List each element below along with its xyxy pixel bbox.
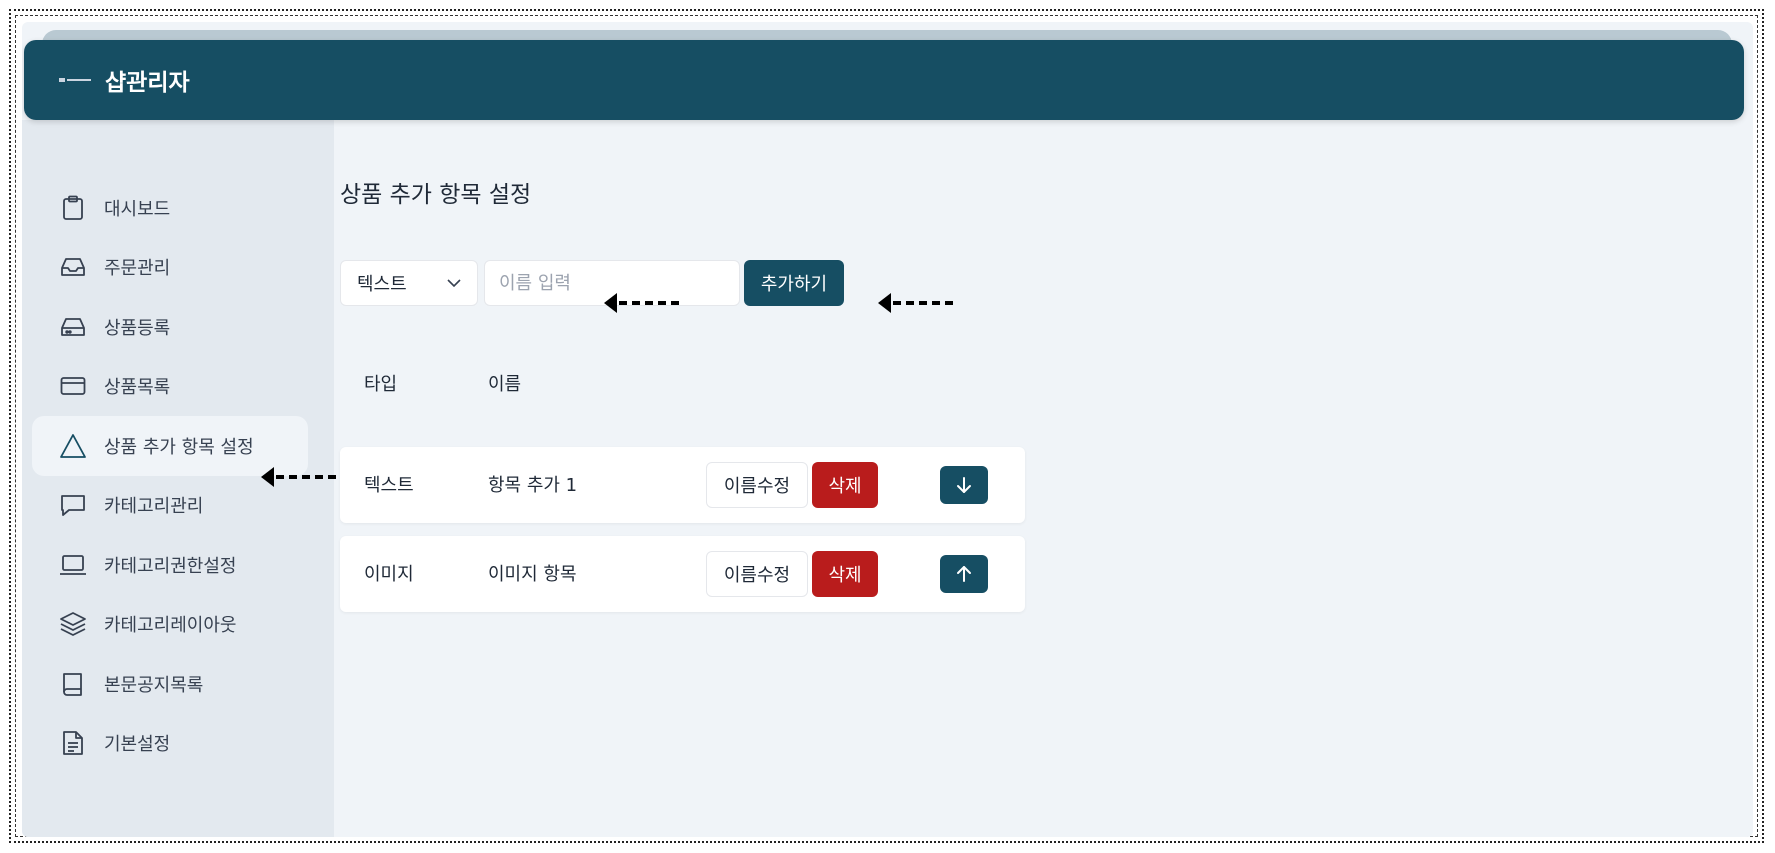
- rename-button[interactable]: 이름수정: [706, 462, 808, 508]
- sidebar-item-label: 상품등록: [104, 318, 171, 339]
- annotation-arrow-input: [604, 293, 679, 313]
- arrow-down-icon: [957, 477, 971, 493]
- laptop-icon: [58, 550, 88, 580]
- sidebar-item-label: 기본설정: [104, 734, 171, 755]
- table-row: 이미지 이미지 항목 이름수정 삭제: [340, 536, 1025, 612]
- sidebar-item-product-register[interactable]: 상품등록: [32, 297, 308, 357]
- rename-button[interactable]: 이름수정: [706, 551, 808, 597]
- sidebar-item-label: 카테고리레이아웃: [104, 615, 237, 636]
- shop-logo-icon: [59, 75, 91, 85]
- delete-button[interactable]: 삭제: [812, 462, 878, 508]
- inbox-icon: [58, 252, 88, 282]
- sidebar-item-label: 상품목록: [104, 377, 171, 398]
- triangle-icon: [58, 431, 88, 461]
- move-up-button[interactable]: [940, 555, 988, 593]
- sidebar-item-label: 카테고리관리: [104, 496, 204, 517]
- page-title: 상품 추가 항목 설정: [340, 182, 532, 208]
- hard-drive-icon: [58, 312, 88, 342]
- sidebar-item-dashboard[interactable]: 대시보드: [32, 178, 308, 238]
- credit-card-icon: [58, 371, 88, 401]
- sidebar-item-category-layout[interactable]: 카테고리레이아웃: [32, 594, 308, 654]
- sidebar-item-label: 본문공지목록: [104, 675, 204, 696]
- column-header-type: 타입: [364, 374, 398, 395]
- app-window: 대시보드 주문관리 상품등록 상품목록 상품 추가 항목 설정 카테고리관리 카…: [22, 22, 1753, 837]
- file-text-icon: [58, 728, 88, 758]
- chevron-down-icon: [447, 279, 461, 287]
- clipboard-icon: [58, 193, 88, 223]
- row-type: 텍스트: [364, 475, 414, 496]
- app-title: 샵관리자: [105, 70, 190, 96]
- type-select-value: 텍스트: [357, 274, 407, 295]
- annotation-arrow-sidebar: [261, 467, 336, 487]
- sidebar-item-category-permission[interactable]: 카테고리권한설정: [32, 535, 308, 595]
- sidebar-item-notice-list[interactable]: 본문공지목록: [32, 654, 308, 714]
- sidebar-item-label: 카테고리권한설정: [104, 556, 237, 577]
- message-square-icon: [58, 490, 88, 520]
- column-header-name: 이름: [488, 374, 522, 395]
- row-name: 이미지 항목: [488, 564, 577, 585]
- top-header: 샵관리자: [24, 40, 1744, 120]
- table-row: 텍스트 항목 추가 1 이름수정 삭제: [340, 447, 1025, 523]
- sidebar-item-basic-settings[interactable]: 기본설정: [32, 713, 308, 773]
- layers-icon: [58, 609, 88, 639]
- sidebar-item-label: 주문관리: [104, 258, 171, 279]
- annotation-arrow-add: [878, 293, 953, 313]
- book-icon: [58, 669, 88, 699]
- row-name: 항목 추가 1: [488, 475, 578, 496]
- sidebar-item-label: 상품 추가 항목 설정: [104, 437, 254, 458]
- arrow-up-icon: [957, 566, 971, 582]
- row-type: 이미지: [364, 564, 414, 585]
- sidebar-item-orders[interactable]: 주문관리: [32, 237, 308, 297]
- type-select[interactable]: 텍스트: [340, 260, 478, 306]
- sidebar-item-label: 대시보드: [104, 199, 171, 220]
- move-down-button[interactable]: [940, 466, 988, 504]
- add-button[interactable]: 추가하기: [744, 260, 844, 306]
- delete-button[interactable]: 삭제: [812, 551, 878, 597]
- sidebar-item-product-list[interactable]: 상품목록: [32, 356, 308, 416]
